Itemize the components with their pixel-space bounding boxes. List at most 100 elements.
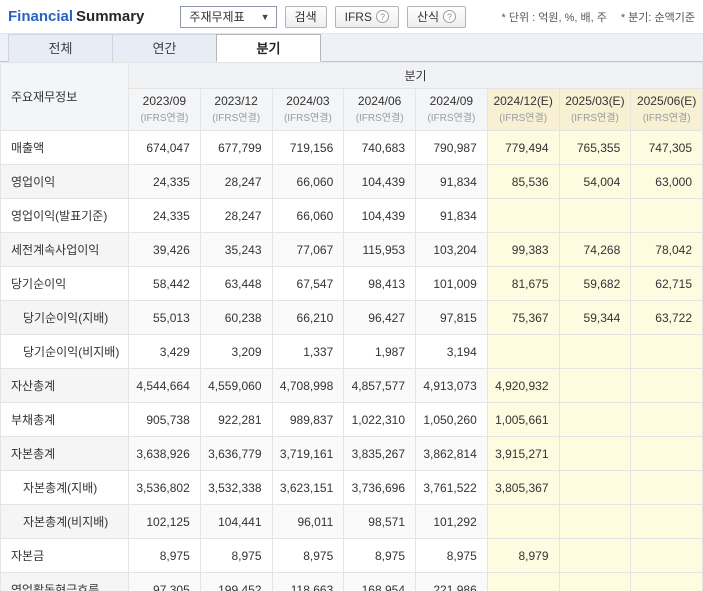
tab-quarter[interactable]: 분기 bbox=[216, 34, 321, 62]
row-label: 자산총계 bbox=[0, 368, 129, 403]
value-cell: 98,413 bbox=[343, 266, 416, 301]
value-cell: 96,011 bbox=[271, 504, 345, 539]
toolbar: Financial Summary 주재무제표 ▼ 검색 IFRS ? 산식 ? … bbox=[0, 0, 703, 33]
value-cell: 989,837 bbox=[271, 402, 345, 437]
value-cell: 1,050,260 bbox=[415, 402, 488, 437]
value-cell bbox=[558, 538, 632, 573]
value-cell bbox=[630, 470, 703, 505]
value-cell: 28,247 bbox=[199, 198, 273, 233]
value-cell: 99,383 bbox=[486, 232, 560, 267]
row-label: 부채총계 bbox=[0, 402, 129, 437]
search-button[interactable]: 검색 bbox=[284, 5, 327, 28]
value-cell: 3,209 bbox=[199, 334, 273, 369]
value-cell: 104,441 bbox=[199, 504, 273, 539]
value-cell: 8,975 bbox=[128, 538, 201, 573]
value-cell: 199,452 bbox=[199, 572, 273, 591]
value-cell: 24,335 bbox=[128, 164, 201, 199]
value-cell: 719,156 bbox=[271, 130, 345, 165]
value-cell bbox=[630, 402, 703, 437]
value-cell: 747,305 bbox=[630, 130, 703, 165]
value-cell bbox=[630, 436, 703, 471]
value-cell: 66,060 bbox=[271, 164, 345, 199]
ifrs-help-button[interactable]: IFRS ? bbox=[334, 5, 399, 28]
value-cell: 3,736,696 bbox=[343, 470, 416, 505]
formula-help-button[interactable]: 산식 ? bbox=[406, 5, 467, 28]
value-cell: 91,834 bbox=[415, 198, 488, 233]
value-cell: 35,243 bbox=[199, 232, 273, 267]
value-cell: 98,571 bbox=[343, 504, 416, 539]
row-label: 세전계속사업이익 bbox=[0, 232, 129, 267]
value-cell: 8,975 bbox=[343, 538, 416, 573]
value-cell: 54,004 bbox=[558, 164, 632, 199]
value-cell: 58,442 bbox=[128, 266, 201, 301]
value-cell: 81,675 bbox=[486, 266, 560, 301]
value-cell: 4,708,998 bbox=[271, 368, 345, 403]
column-header: 2023/12 (IFRS연결) bbox=[199, 88, 273, 131]
value-cell: 97,815 bbox=[415, 300, 488, 335]
value-cell bbox=[558, 572, 632, 591]
row-label: 영업이익(발표기준) bbox=[0, 198, 129, 233]
value-cell: 8,975 bbox=[199, 538, 273, 573]
tab-all[interactable]: 전체 bbox=[8, 34, 113, 62]
value-cell: 78,042 bbox=[630, 232, 703, 267]
value-cell: 3,719,161 bbox=[271, 436, 345, 471]
table-row: 당기순이익(지배) 55,013 60,238 66,210 96,427 97,815 7… bbox=[0, 300, 703, 335]
value-cell: 3,532,338 bbox=[199, 470, 273, 505]
value-cell: 24,335 bbox=[128, 198, 201, 233]
column-header: 2024/12(E) (IFRS연결) bbox=[486, 88, 560, 131]
question-icon: ? bbox=[375, 10, 389, 23]
value-cell bbox=[630, 538, 703, 573]
value-cell: 39,426 bbox=[128, 232, 201, 267]
value-cell: 28,247 bbox=[199, 164, 273, 199]
value-cell: 66,210 bbox=[271, 300, 345, 335]
column-group-header: 분기 bbox=[128, 62, 703, 89]
table-row: 영업활동현금흐름 97,305 199,452 118,663 168,954 221,9… bbox=[0, 572, 703, 591]
row-label: 자본금 bbox=[0, 538, 129, 573]
value-cell: 77,067 bbox=[271, 232, 345, 267]
value-cell: 3,623,151 bbox=[271, 470, 345, 505]
value-cell: 103,204 bbox=[415, 232, 488, 267]
value-cell: 3,862,814 bbox=[415, 436, 488, 471]
column-header: 2025/03(E) (IFRS연결) bbox=[558, 88, 632, 131]
value-cell: 790,987 bbox=[415, 130, 488, 165]
basis-note: * 분기: 순액기준 bbox=[620, 11, 695, 24]
value-cell: 96,427 bbox=[343, 300, 416, 335]
tab-annual[interactable]: 연간 bbox=[112, 34, 217, 62]
value-cell: 922,281 bbox=[199, 402, 273, 437]
row-label: 당기순이익 bbox=[0, 266, 129, 301]
value-cell bbox=[486, 198, 560, 233]
value-cell: 101,009 bbox=[415, 266, 488, 301]
value-cell: 4,559,060 bbox=[199, 368, 273, 403]
page-title: Financial Summary bbox=[8, 8, 144, 25]
row-label: 영업이익 bbox=[0, 164, 129, 199]
value-cell: 168,954 bbox=[343, 572, 416, 591]
value-cell bbox=[558, 504, 632, 539]
table-row: 매출액 674,047 677,799 719,156 740,683 790,987 77… bbox=[0, 130, 703, 165]
table-row: 자본금 8,975 8,975 8,975 8,975 8,975 8,979 bbox=[0, 538, 703, 573]
value-cell bbox=[630, 504, 703, 539]
value-cell bbox=[630, 198, 703, 233]
value-cell bbox=[558, 334, 632, 369]
value-cell: 115,953 bbox=[343, 232, 416, 267]
value-cell: 221,986 bbox=[415, 572, 488, 591]
value-cell: 62,715 bbox=[630, 266, 703, 301]
value-cell: 118,663 bbox=[271, 572, 345, 591]
value-cell: 3,805,367 bbox=[486, 470, 560, 505]
value-cell: 3,761,522 bbox=[415, 470, 488, 505]
value-cell: 75,367 bbox=[486, 300, 560, 335]
row-label: 자본총계(지배) bbox=[0, 470, 129, 505]
value-cell bbox=[558, 368, 632, 403]
value-cell: 74,268 bbox=[558, 232, 632, 267]
page-title-rest: Summary bbox=[76, 8, 145, 25]
column-header: 2024/03 (IFRS연결) bbox=[271, 88, 345, 131]
value-cell: 59,344 bbox=[558, 300, 632, 335]
value-cell: 55,013 bbox=[128, 300, 201, 335]
value-cell bbox=[558, 402, 632, 437]
value-cell: 63,722 bbox=[630, 300, 703, 335]
statement-select[interactable]: 주재무제표 ▼ bbox=[180, 5, 277, 28]
value-cell: 60,238 bbox=[199, 300, 273, 335]
value-cell: 1,987 bbox=[343, 334, 416, 369]
table-row: 자본총계(비지배) 102,125 104,441 96,011 98,571 101,2… bbox=[0, 504, 703, 539]
value-cell: 779,494 bbox=[486, 130, 560, 165]
value-cell bbox=[630, 572, 703, 591]
